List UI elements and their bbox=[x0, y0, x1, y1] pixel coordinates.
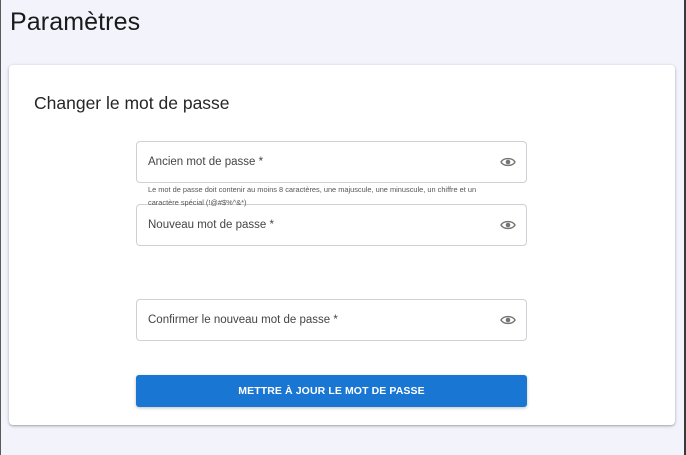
password-requirements-helper: Le mot de passe doit contenir au moins 8… bbox=[148, 185, 477, 207]
eye-icon[interactable] bbox=[500, 219, 516, 231]
card-title: Changer le mot de passe bbox=[34, 93, 230, 113]
window-left-border bbox=[0, 0, 1, 455]
page-title: Paramètres bbox=[10, 8, 141, 36]
new-password-field[interactable]: Nouveau mot de passe * bbox=[136, 204, 527, 246]
eye-icon[interactable] bbox=[500, 314, 516, 326]
eye-icon[interactable] bbox=[500, 156, 516, 168]
confirm-password-label: Confirmer le nouveau mot de passe * bbox=[148, 314, 338, 326]
update-password-button[interactable]: METTRE À JOUR LE MOT DE PASSE bbox=[136, 375, 527, 407]
new-password-label: Nouveau mot de passe * bbox=[148, 219, 274, 231]
confirm-password-field[interactable]: Confirmer le nouveau mot de passe * bbox=[136, 299, 527, 341]
old-password-label: Ancien mot de passe * bbox=[148, 156, 264, 168]
old-password-field[interactable]: Ancien mot de passe * bbox=[136, 141, 527, 183]
